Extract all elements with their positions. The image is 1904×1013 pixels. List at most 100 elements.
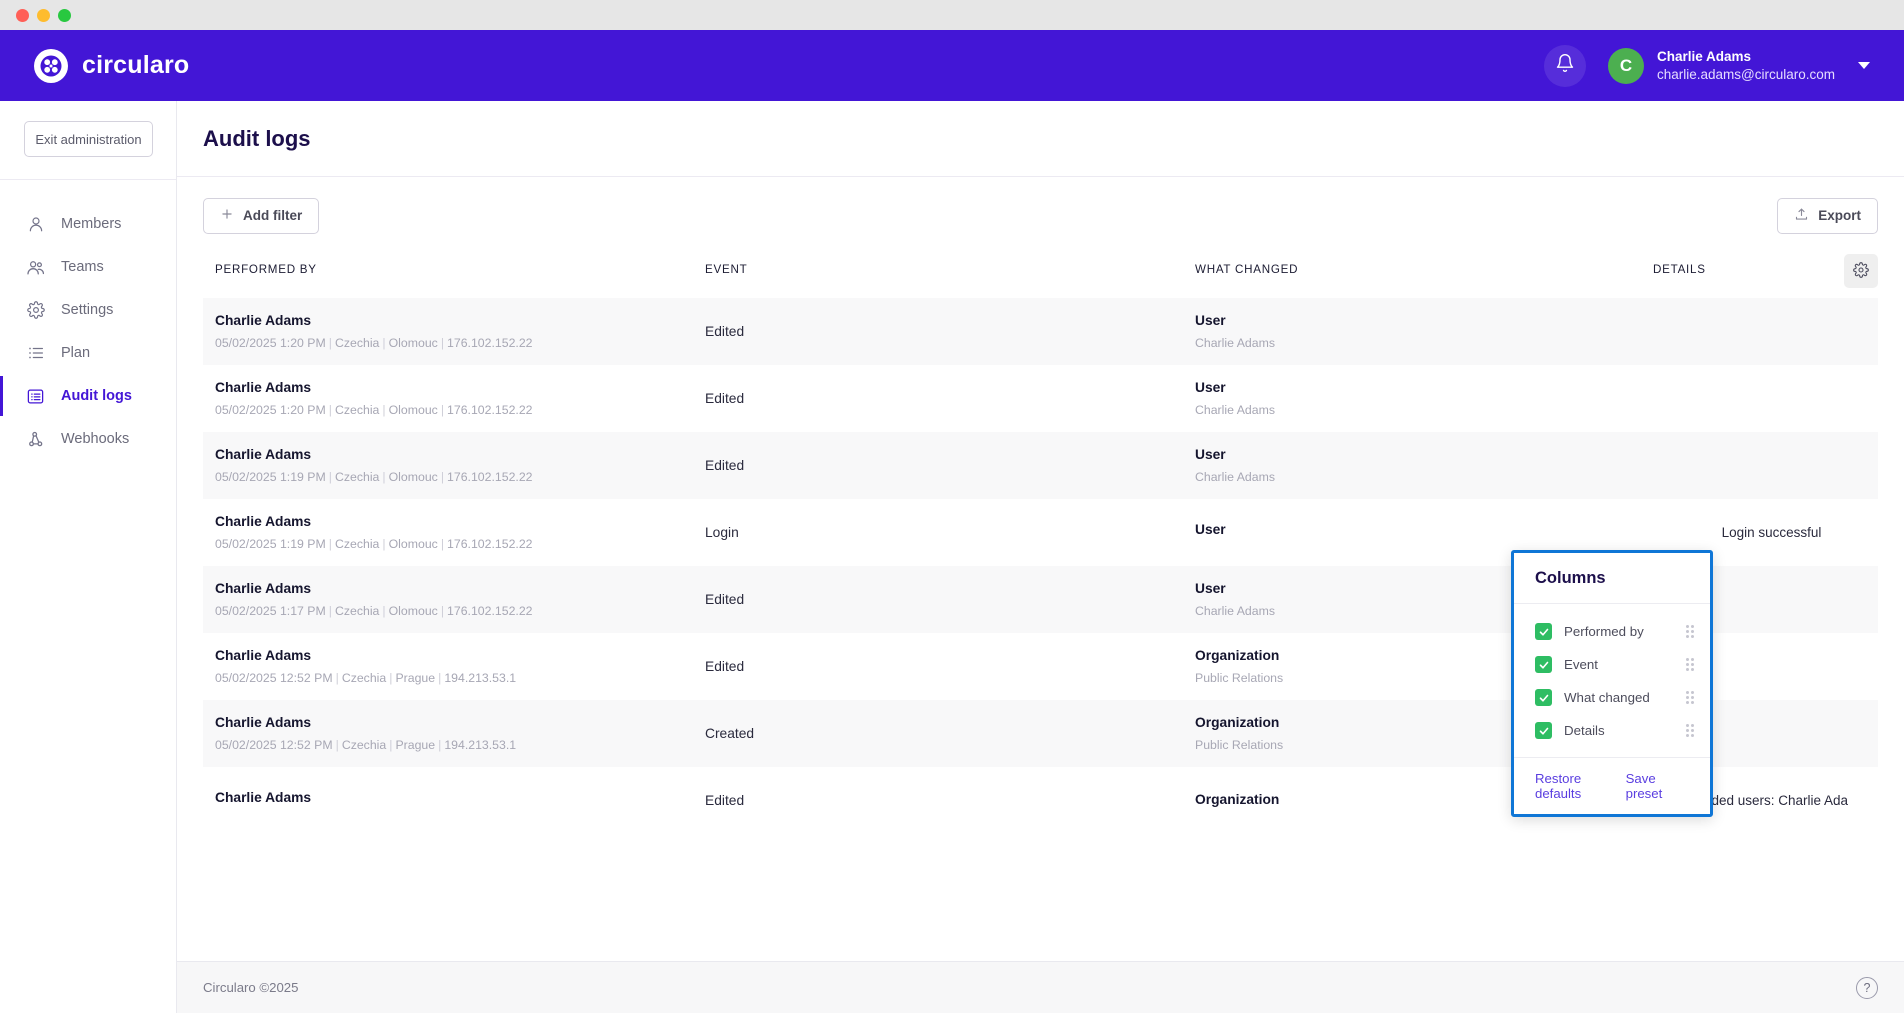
row-meta: 05/02/2025 1:20 PM | Czechia | Olomouc | 176.1… [215,335,533,350]
row-performed-by: Charlie Adams [215,312,312,328]
row-performed-by: Charlie Adams [215,446,312,462]
column-toggle-event[interactable]: Event [1514,648,1710,681]
row-changed-type: User [1195,312,1226,328]
footer: Circularo ©2025 ? [177,961,1904,1013]
row-event: Edited [705,324,745,339]
table-toolbar: Add filter Export [177,177,1904,254]
row-meta: 05/02/2025 1:19 PM | Czechia | Olomouc | 176.1… [215,536,533,551]
table-row[interactable]: Charlie Adams 05/02/2025 1:20 PM | Czechia… [203,298,1878,365]
users-icon [26,258,45,277]
table-row[interactable]: Charlie Adams 05/02/2025 1:19 PM | Czechia… [203,432,1878,499]
column-toggle-details[interactable]: Details [1514,714,1710,747]
row-performed-by: Charlie Adams [215,580,312,596]
drag-handle-icon[interactable] [1686,625,1694,638]
drag-handle-icon[interactable] [1686,691,1694,704]
table-row[interactable]: Charlie Adams 05/02/2025 1:20 PM | Czechia… [203,365,1878,432]
sidebar-item-plan[interactable]: Plan [0,335,176,371]
row-details [1653,365,1878,432]
row-meta: 05/02/2025 1:20 PM | Czechia | Olomouc | 176.1… [215,402,533,417]
sidebar-item-label: Settings [61,302,114,318]
row-details [1653,298,1878,365]
bell-icon [1555,53,1575,78]
row-changed-name: Charlie Adams [1195,335,1275,350]
row-event: Edited [705,592,745,607]
avatar: C [1607,47,1644,84]
notifications-button[interactable] [1543,44,1586,87]
brand-logo[interactable]: circularo [34,48,189,83]
column-toggle-performed-by[interactable]: Performed by [1514,615,1710,648]
row-event: Edited [705,458,745,473]
sidebar: Exit administration Members Teams Settin… [0,101,177,1013]
page-title: Audit logs [203,125,311,151]
sidebar-item-label: Audit logs [61,388,132,404]
column-header-details[interactable]: DETAILS [1653,254,1832,298]
row-meta: 05/02/2025 1:17 PM | Czechia | Olomouc | 176.1… [215,603,533,618]
columns-popover-footer: Restore defaults Save preset [1514,757,1710,814]
columns-popover-list: Performed by Event What changed Details [1514,604,1710,757]
sidebar-item-label: Webhooks [61,431,130,447]
sidebar-item-members[interactable]: Members [0,206,176,242]
maximize-window-button[interactable] [58,8,71,22]
drag-handle-icon[interactable] [1686,724,1694,737]
export-label: Export [1818,208,1861,223]
sidebar-item-label: Teams [61,259,104,275]
question-icon[interactable]: ? [1856,976,1878,999]
window-title-bar [0,0,1904,30]
page-header: Audit logs [177,101,1904,177]
column-toggle-label: Performed by [1564,624,1644,639]
sidebar-item-audit-logs[interactable]: Audit logs [0,376,176,416]
row-meta: 05/02/2025 12:52 PM | Czechia | Prague | 194.2… [215,737,517,752]
minimize-window-button[interactable] [37,8,50,22]
row-performed-by: Charlie Adams [215,513,312,529]
save-preset-link[interactable]: Save preset [1626,771,1692,801]
audit-logs-table-area: PERFORMED BY EVENT WHAT CHANGED DETAILS [177,254,1904,961]
column-toggle-what-changed[interactable]: What changed [1514,681,1710,714]
sidebar-item-label: Members [61,216,122,232]
column-header-what-changed[interactable]: WHAT CHANGED [1183,254,1653,298]
row-performed-by: Charlie Adams [215,647,312,663]
checkbox-checked-icon[interactable] [1535,689,1552,706]
sidebar-item-label: Plan [61,345,91,361]
sidebar-nav: Members Teams Settings Plan Audit logs W… [0,180,176,464]
row-changed-type: User [1195,379,1226,395]
checkbox-checked-icon[interactable] [1535,623,1552,640]
copyright-text: Circularo ©2025 [203,980,299,995]
user-menu[interactable]: C Charlie Adams charlie.adams@circularo.… [1607,47,1870,84]
add-filter-button[interactable]: Add filter [203,197,320,234]
sidebar-item-webhooks[interactable]: Webhooks [0,421,176,457]
export-button[interactable]: Export [1777,197,1878,234]
sidebar-item-settings[interactable]: Settings [0,292,176,328]
row-event: Created [705,726,755,741]
gear-icon [1853,261,1869,281]
columns-popover-title: Columns [1514,553,1710,604]
circularo-logo-icon [34,48,68,83]
chevron-down-icon [1858,62,1870,69]
columns-popover: Columns Performed by Event What changed … [1511,550,1713,817]
row-changed-type: User [1195,522,1226,538]
column-toggle-label: What changed [1564,690,1650,705]
list-icon [26,344,45,363]
table-header-row: PERFORMED BY EVENT WHAT CHANGED DETAILS [203,254,1878,298]
row-event: Edited [705,793,745,808]
logs-icon [26,387,45,406]
column-settings-button[interactable] [1844,254,1878,288]
restore-defaults-link[interactable]: Restore defaults [1535,771,1626,801]
drag-handle-icon[interactable] [1686,658,1694,671]
row-performed-by: Charlie Adams [215,714,312,730]
column-header-performed-by[interactable]: PERFORMED BY [203,254,693,298]
close-window-button[interactable] [16,8,29,22]
checkbox-checked-icon[interactable] [1535,656,1552,673]
sidebar-item-teams[interactable]: Teams [0,249,176,285]
add-filter-label: Add filter [243,208,303,223]
row-changed-name: Charlie Adams [1195,469,1275,484]
exit-administration-button[interactable]: Exit administration [24,121,153,157]
row-changed-name: Charlie Adams [1195,402,1275,417]
column-header-event[interactable]: EVENT [693,254,1183,298]
main-content: Audit logs Add filter Export PERFORMED B… [177,101,1904,1013]
row-event: Edited [705,391,745,406]
gear-icon [26,301,45,320]
column-toggle-label: Details [1564,723,1605,738]
row-changed-type: User [1195,446,1226,462]
checkbox-checked-icon[interactable] [1535,722,1552,739]
row-performed-by: Charlie Adams [215,790,312,806]
